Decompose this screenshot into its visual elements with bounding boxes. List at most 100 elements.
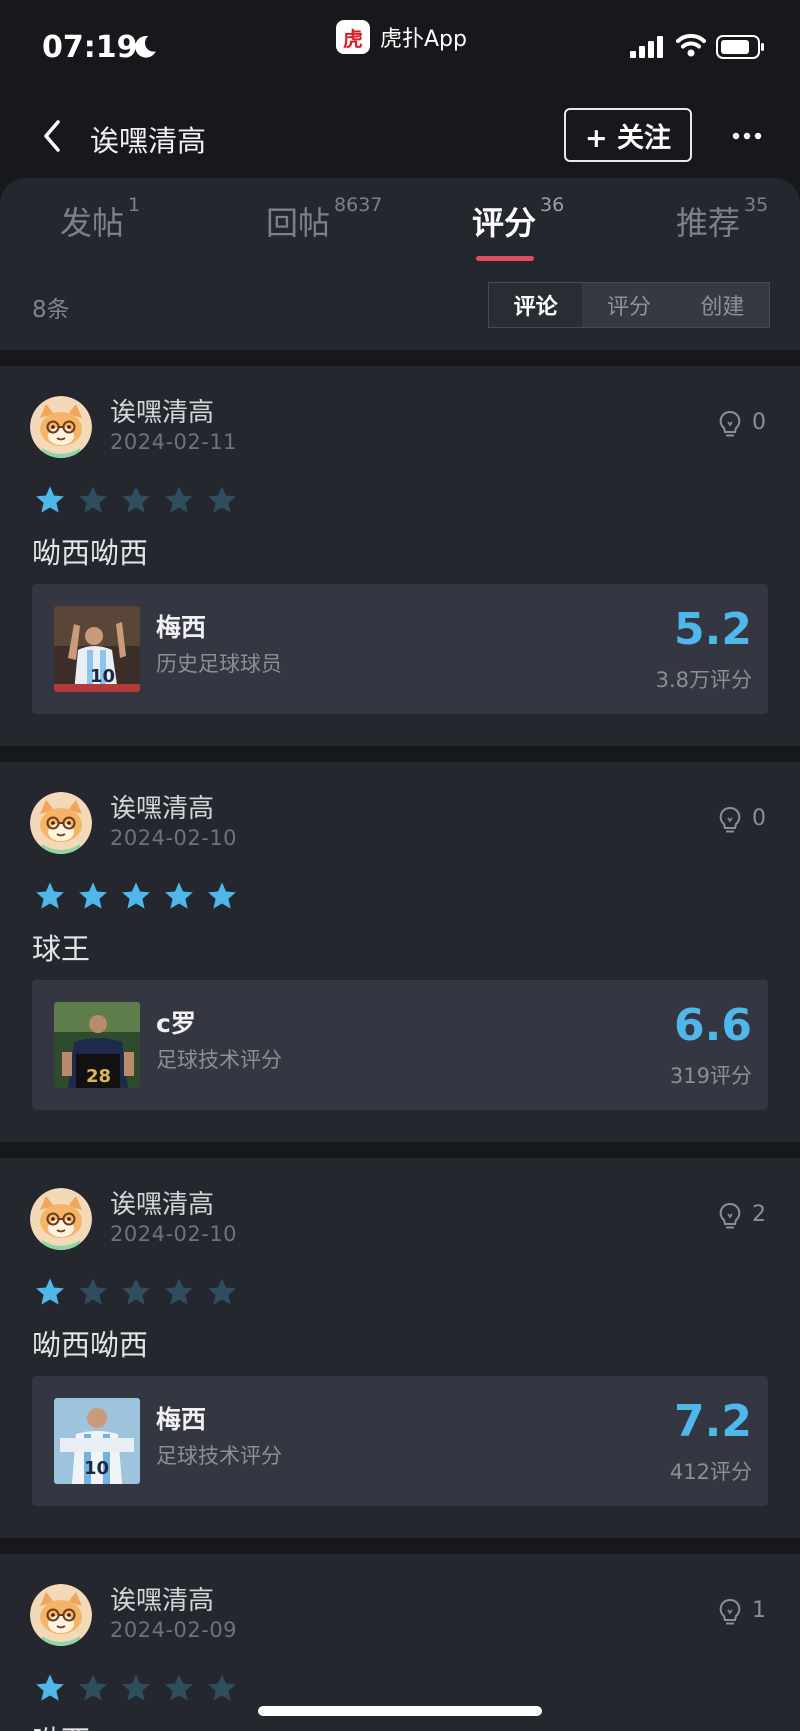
rating-card[interactable]: 诶嘿清高 2024-02-10 2 呦西呦西 10 梅西 足球技术评分 7.2 … xyxy=(0,1158,800,1538)
lightbulb-like-icon[interactable] xyxy=(718,1202,742,1232)
tab-count: 35 xyxy=(744,194,769,216)
rated-subject-card[interactable]: 10 梅西 足球技术评分 7.2 412评分 xyxy=(32,1376,768,1506)
tab-replies[interactable]: 回帖 8637 xyxy=(266,194,382,258)
filter-segmented-control: 评论 评分 创建 xyxy=(488,282,770,328)
user-name[interactable]: 诶嘿清高 xyxy=(110,392,214,429)
star-icon xyxy=(34,1276,66,1308)
source-app-name: 虎扑App xyxy=(380,27,467,52)
subject-name: 梅西 xyxy=(156,613,207,642)
tab-panel: 发帖 1 回帖 8637 评分 36 推荐 35 8条 评论 评分 创建 xyxy=(0,178,800,350)
home-indicator[interactable] xyxy=(258,1706,542,1716)
rating-card[interactable]: 诶嘿清高 2024-02-09 1 呦西 xyxy=(0,1554,800,1731)
follow-button[interactable]: + 关注 xyxy=(564,108,692,162)
tab-label: 发帖 xyxy=(60,204,125,242)
post-date: 2024-02-11 xyxy=(110,430,238,454)
subject-thumbnail: 28 xyxy=(54,1002,140,1088)
star-icon xyxy=(77,880,109,912)
tab-label: 推荐 xyxy=(676,204,741,242)
tab-ratings[interactable]: 评分 36 xyxy=(472,194,564,258)
tab-posts[interactable]: 发帖 1 xyxy=(60,194,140,258)
rated-subject-card[interactable]: 10 梅西 历史足球球员 5.2 3.8万评分 xyxy=(32,584,768,714)
comment-text: 呦西呦西 xyxy=(32,536,149,570)
rating-card[interactable]: 诶嘿清高 2024-02-11 0 呦西呦西 10 梅西 历史足球球员 5.2 … xyxy=(0,366,800,746)
lightbulb-like-icon[interactable] xyxy=(718,1598,742,1628)
star-icon xyxy=(163,1276,195,1308)
star-rating xyxy=(34,1672,238,1704)
user-name[interactable]: 诶嘿清高 xyxy=(110,788,214,825)
subject-thumbnail: 10 xyxy=(54,606,140,692)
star-icon xyxy=(163,484,195,516)
star-icon xyxy=(163,1672,195,1704)
star-icon xyxy=(120,880,152,912)
result-count: 8条 xyxy=(32,297,70,323)
tab-count: 36 xyxy=(540,194,565,216)
lightbulb-like-icon[interactable] xyxy=(718,410,742,440)
score-count: 3.8万评分 xyxy=(655,668,752,692)
tab-count: 1 xyxy=(128,194,141,216)
post-date: 2024-02-10 xyxy=(110,1222,238,1246)
user-avatar[interactable] xyxy=(30,792,92,854)
comment-text: 呦西 xyxy=(32,1718,90,1731)
subject-score: 6.6 xyxy=(674,1000,752,1051)
battery-icon xyxy=(716,35,764,59)
subject-category: 足球技术评分 xyxy=(156,1048,282,1072)
active-tab-indicator xyxy=(476,256,534,261)
user-avatar[interactable] xyxy=(30,1188,92,1250)
star-icon xyxy=(120,1672,152,1704)
comment-text: 球王 xyxy=(32,932,91,966)
svg-text:10: 10 xyxy=(84,1458,109,1479)
user-avatar[interactable] xyxy=(30,1584,92,1646)
like-count: 0 xyxy=(752,806,766,831)
star-icon xyxy=(206,1672,238,1704)
star-icon xyxy=(77,1672,109,1704)
star-icon xyxy=(163,880,195,912)
star-icon xyxy=(120,484,152,516)
score-count: 412评分 xyxy=(669,1460,752,1484)
tab-recommend[interactable]: 推荐 35 xyxy=(676,194,768,258)
hupu-logo: 虎 xyxy=(336,20,370,54)
star-icon xyxy=(34,880,66,912)
subject-score: 5.2 xyxy=(674,604,752,655)
like-count: 1 xyxy=(752,1598,766,1623)
moon-icon xyxy=(135,35,156,58)
star-icon xyxy=(34,1672,66,1704)
back-arrow-icon[interactable] xyxy=(38,116,68,156)
status-time: 07:19 xyxy=(42,30,138,65)
star-icon xyxy=(77,1276,109,1308)
subject-score: 7.2 xyxy=(674,1396,752,1447)
subject-category: 历史足球球员 xyxy=(156,652,282,676)
more-dots-icon xyxy=(732,132,762,140)
subject-thumbnail: 10 xyxy=(54,1398,140,1484)
post-date: 2024-02-09 xyxy=(110,1618,238,1642)
score-count: 319评分 xyxy=(669,1064,752,1088)
star-rating xyxy=(34,880,238,912)
star-icon xyxy=(206,880,238,912)
cellular-signal-icon xyxy=(630,36,663,58)
star-icon xyxy=(206,1276,238,1308)
source-app-badge[interactable]: 虎 虎扑App xyxy=(336,20,467,54)
like-count: 0 xyxy=(752,410,766,435)
segment-comments[interactable]: 评论 xyxy=(489,283,583,327)
rated-subject-card[interactable]: 28 c罗 足球技术评分 6.6 319评分 xyxy=(32,980,768,1110)
status-bar: 07:19 虎 虎扑App xyxy=(0,0,800,96)
lightbulb-like-icon[interactable] xyxy=(718,806,742,836)
like-count: 2 xyxy=(752,1202,766,1227)
segment-ratings[interactable]: 评分 xyxy=(582,283,675,327)
user-name[interactable]: 诶嘿清高 xyxy=(110,1184,214,1221)
rating-card[interactable]: 诶嘿清高 2024-02-10 0 球王 28 c罗 足球技术评分 6.6 31… xyxy=(0,762,800,1142)
more-options-button[interactable] xyxy=(726,116,768,156)
tab-label: 评分 xyxy=(472,204,537,242)
subject-name: c罗 xyxy=(156,1009,196,1038)
star-icon xyxy=(34,484,66,516)
user-avatar[interactable] xyxy=(30,396,92,458)
star-rating xyxy=(34,1276,238,1308)
star-icon xyxy=(120,1276,152,1308)
tab-count: 8637 xyxy=(334,194,383,216)
user-name[interactable]: 诶嘿清高 xyxy=(110,1580,214,1617)
post-date: 2024-02-10 xyxy=(110,826,238,850)
nav-bar: 诶嘿清高 + 关注 xyxy=(0,96,800,178)
star-icon xyxy=(206,484,238,516)
segment-created[interactable]: 创建 xyxy=(676,283,769,327)
star-rating xyxy=(34,484,238,516)
comment-text: 呦西呦西 xyxy=(32,1328,149,1362)
